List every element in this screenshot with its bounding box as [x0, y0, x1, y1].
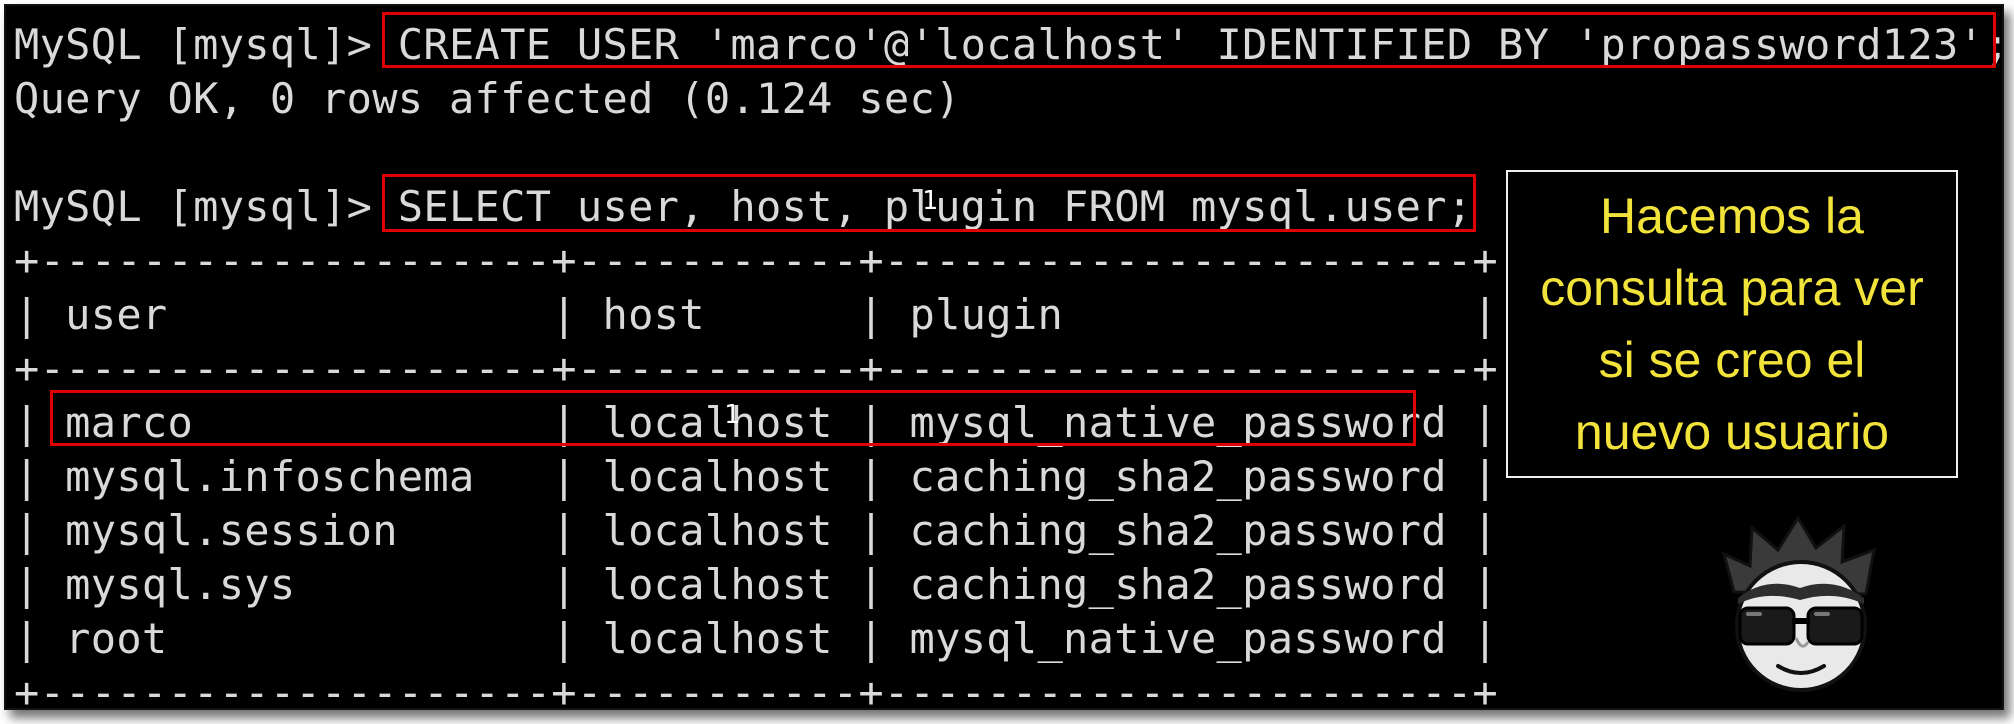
table-row: | mysql.infoschema | localhost | caching…	[14, 452, 1498, 501]
table-header-row: | user | host | plugin |	[14, 290, 1498, 339]
callout-text: Hacemos la consulta para ver si se creo …	[1540, 188, 1924, 460]
terminal-window: MySQL [mysql]> CREATE USER 'marco'@'loca…	[4, 4, 2004, 710]
cartoon-face-with-sunglasses-icon	[1716, 514, 1886, 694]
table-row: | mysql.session | localhost | caching_sh…	[14, 506, 1498, 555]
table-row: | mysql.sys | localhost | caching_sha2_p…	[14, 560, 1498, 609]
table-border-top: +--------------------+-----------+------…	[14, 236, 1498, 285]
callout-box: Hacemos la consulta para ver si se creo …	[1506, 170, 1958, 478]
cursor-mark: 1	[724, 400, 740, 430]
table-border-header: +--------------------+-----------+------…	[14, 344, 1498, 393]
highlight-create-user-command	[382, 12, 1996, 68]
cursor-mark: 1	[922, 186, 938, 216]
table-border-bottom: +--------------------+-----------+------…	[14, 668, 1498, 710]
table-row: | root | localhost | mysql_native_passwo…	[14, 614, 1498, 663]
terminal-line-query-ok: Query OK, 0 rows affected (0.124 sec)	[14, 74, 961, 123]
